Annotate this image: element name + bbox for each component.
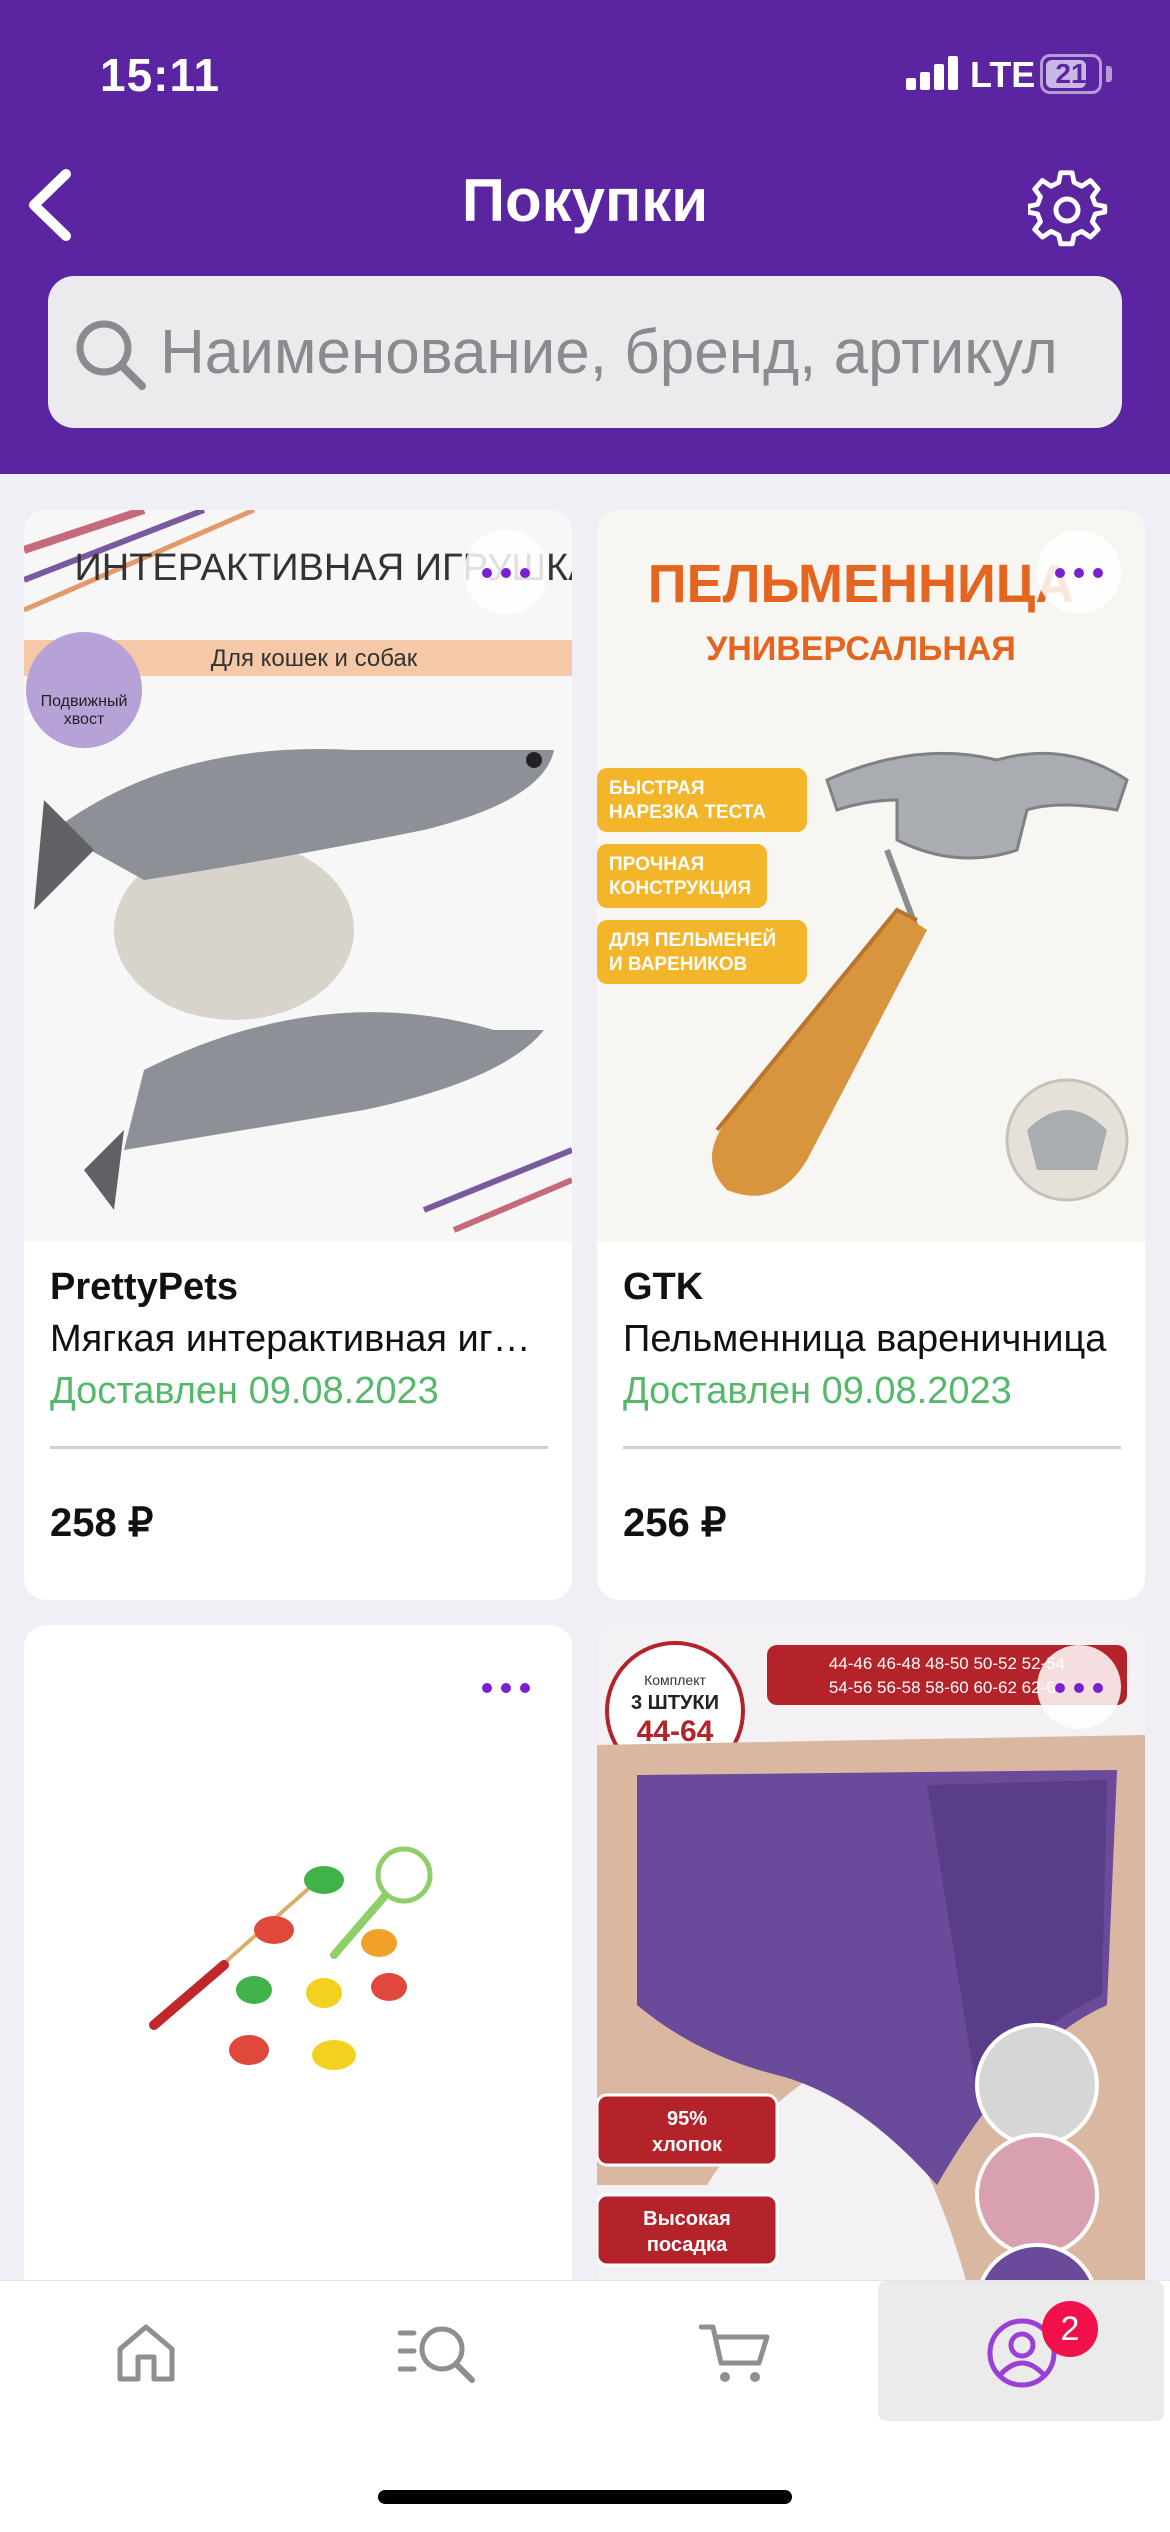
tab-catalog[interactable] xyxy=(292,2281,584,2421)
divider xyxy=(50,1446,548,1449)
svg-text:Высокая: Высокая xyxy=(643,2208,731,2230)
svg-text:3 ШТУКИ: 3 ШТУКИ xyxy=(631,1692,719,1714)
svg-text:44-46 46-48 48-50 50-52 52-54: 44-46 46-48 48-50 50-52 52-54 xyxy=(829,1654,1065,1673)
more-options-button[interactable] xyxy=(1037,1645,1121,1729)
network-label: LTE xyxy=(970,54,1036,95)
product-name: Мягкая интерактивная игрушка xyxy=(50,1318,550,1360)
svg-text:хлопок: хлопок xyxy=(652,2134,723,2156)
svg-text:посадка: посадка xyxy=(647,2234,728,2256)
svg-text:КОНСТРУКЦИЯ: КОНСТРУКЦИЯ xyxy=(609,878,751,899)
svg-text:И ВАРЕНИКОВ: И ВАРЕНИКОВ xyxy=(609,954,747,975)
home-icon xyxy=(117,2324,175,2382)
tab-home[interactable] xyxy=(0,2281,292,2421)
search-input[interactable] xyxy=(160,298,1110,406)
product-card[interactable]: Для кошек и собак ИНТЕРАКТИВНАЯ ИГРУШКА … xyxy=(24,510,572,1600)
search-icon xyxy=(76,320,146,390)
delivery-status: Доставлен 09.08.2023 xyxy=(623,1370,1012,1412)
product-brand: GTK xyxy=(623,1266,704,1308)
product-card[interactable] xyxy=(24,1625,572,2325)
svg-text:Комплект: Комплект xyxy=(644,1672,706,1688)
svg-text:Для кошек и собак: Для кошек и собак xyxy=(211,645,418,672)
home-indicator xyxy=(378,2490,792,2504)
svg-text:44-64: 44-64 xyxy=(637,1715,714,1748)
product-price: 258 ₽ xyxy=(50,1501,154,1545)
svg-text:УНИВЕРСАЛЬНАЯ: УНИВЕРСАЛЬНАЯ xyxy=(706,630,1016,668)
svg-text:54-56 56-58 58-60 60-62 62-64: 54-56 56-58 58-60 60-62 62-64 xyxy=(829,1678,1065,1697)
cart-icon xyxy=(699,2324,770,2382)
battery-icon: 21 xyxy=(1040,54,1102,94)
status-bar: 15:11 LTE 21 xyxy=(0,0,1170,150)
product-image: ПЕЛЬМЕННИЦА УНИВЕРСАЛЬНАЯ БЫСТРАЯ НАРЕЗК… xyxy=(597,510,1145,1242)
delivery-status: Доставлен 09.08.2023 xyxy=(50,1370,439,1412)
battery-level: 21 xyxy=(1055,58,1087,89)
product-image: 44-46 46-48 48-50 50-52 52-54 54-56 56-5… xyxy=(597,1625,1145,2325)
more-options-button[interactable] xyxy=(1037,530,1121,614)
svg-text:ПЕЛЬМЕННИЦА: ПЕЛЬМЕННИЦА xyxy=(648,554,1074,614)
product-image: Для кошек и собак ИНТЕРАКТИВНАЯ ИГРУШКА … xyxy=(24,510,572,1242)
search-bar[interactable] xyxy=(48,276,1122,428)
svg-text:БЫСТРАЯ: БЫСТРАЯ xyxy=(609,778,705,799)
signal-icon xyxy=(906,56,960,90)
product-card[interactable]: ПЕЛЬМЕННИЦА УНИВЕРСАЛЬНАЯ БЫСТРАЯ НАРЕЗК… xyxy=(597,510,1145,1600)
svg-text:хвост: хвост xyxy=(64,711,105,728)
svg-text:ПРОЧНАЯ: ПРОЧНАЯ xyxy=(609,854,704,875)
status-time: 15:11 xyxy=(100,49,221,101)
svg-text:Подвижный: Подвижный xyxy=(41,693,128,710)
page-title: Покупки xyxy=(461,167,709,234)
product-card[interactable]: 44-46 46-48 48-50 50-52 52-54 54-56 56-5… xyxy=(597,1625,1145,2325)
product-price: 256 ₽ xyxy=(623,1501,727,1545)
svg-text:ДЛЯ ПЕЛЬМЕНЕЙ: ДЛЯ ПЕЛЬМЕНЕЙ xyxy=(609,929,776,951)
divider xyxy=(623,1446,1121,1449)
catalog-search-icon xyxy=(398,2326,475,2383)
svg-text:95%: 95% xyxy=(667,2108,707,2130)
more-options-button[interactable] xyxy=(464,1645,548,1729)
product-name: Пельменница вареничница xyxy=(623,1318,1107,1360)
product-image xyxy=(24,1625,572,2325)
notification-badge: 2 xyxy=(1042,2301,1098,2357)
more-options-button[interactable] xyxy=(464,530,548,614)
app-header: 15:11 LTE 21 Покупки xyxy=(0,0,1170,474)
gear-icon[interactable] xyxy=(1028,170,1108,250)
tab-cart[interactable] xyxy=(585,2281,877,2421)
tab-profile[interactable]: 2 xyxy=(878,2281,1164,2421)
product-brand: PrettyPets xyxy=(50,1266,238,1308)
svg-text:НАРЕЗКА ТЕСТА: НАРЕЗКА ТЕСТА xyxy=(609,802,766,823)
